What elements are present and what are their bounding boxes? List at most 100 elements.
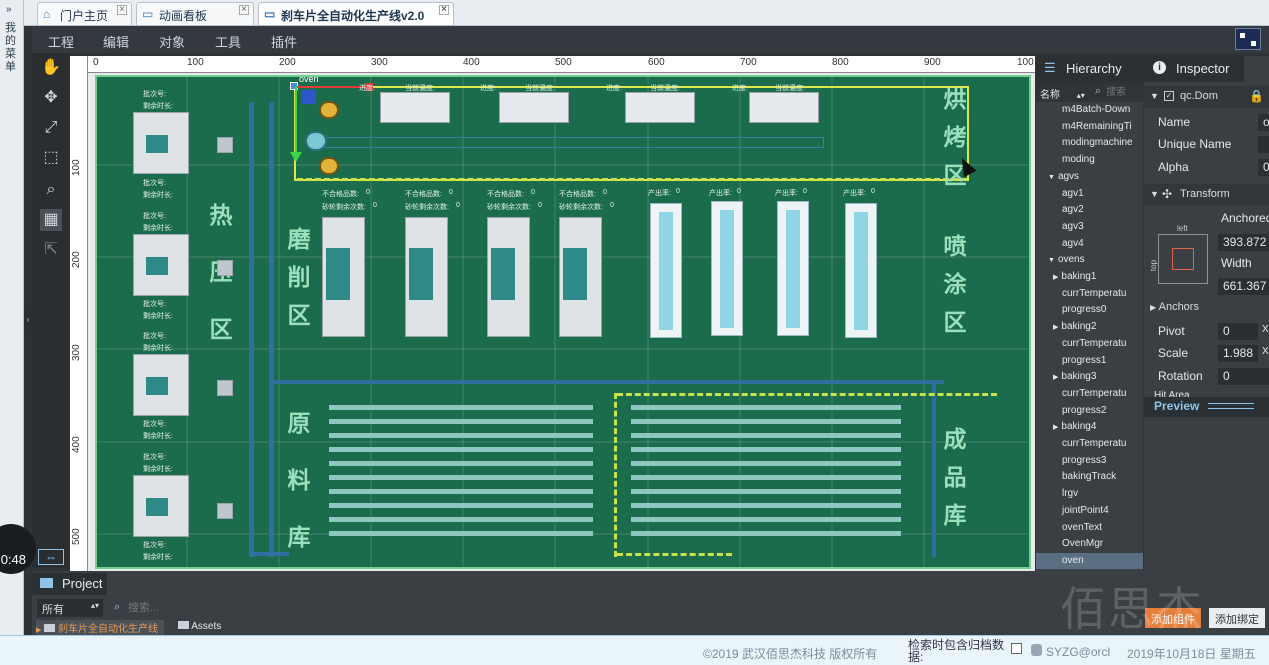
grinding-machine-2[interactable]: [405, 217, 448, 337]
hierarchy-item[interactable]: currTemperatu: [1036, 286, 1143, 302]
hierarchy-item[interactable]: agv1: [1036, 186, 1143, 202]
menu-plugins[interactable]: 插件: [271, 32, 297, 51]
rotation-input[interactable]: 0: [1218, 368, 1269, 385]
move-icon[interactable]: ✥: [40, 87, 62, 109]
hierarchy-item[interactable]: agv4: [1036, 236, 1143, 252]
project-filter-select[interactable]: 所有 ▴▾: [37, 599, 103, 617]
collapse-icon[interactable]: »: [6, 4, 12, 15]
hierarchy-item[interactable]: modingmachine: [1036, 135, 1143, 151]
hierarchy-item[interactable]: currTemperatu: [1036, 436, 1143, 452]
lock-icon[interactable]: 🔒: [1249, 89, 1264, 103]
my-menu-label[interactable]: 我的菜单: [5, 22, 19, 74]
spray-oven-4[interactable]: [845, 203, 877, 338]
press-buffer-1[interactable]: [217, 137, 233, 153]
scale-input[interactable]: 1.988: [1218, 345, 1258, 362]
menu-tools[interactable]: 工具: [215, 32, 241, 51]
spray-oven-2[interactable]: [711, 201, 743, 336]
heat-press-4[interactable]: [133, 475, 189, 537]
expand-handle-icon[interactable]: ›: [24, 305, 32, 335]
hierarchy-item[interactable]: progress0: [1036, 302, 1143, 318]
hierarchy-item[interactable]: agv2: [1036, 202, 1143, 218]
press-buffer-4[interactable]: [217, 503, 233, 519]
move-gizmo-y[interactable]: [295, 86, 297, 156]
hand-icon[interactable]: ✋: [40, 57, 62, 79]
tab-portal-home[interactable]: ⌂ 门户主页 ×: [37, 2, 132, 25]
anchors-toggle[interactable]: ▶ Anchors: [1150, 301, 1199, 313]
expand-arrow-icon[interactable]: ▶: [1053, 424, 1058, 431]
hierarchy-item[interactable]: ▶ baking1: [1036, 269, 1143, 285]
hierarchy-item[interactable]: OvenMgr: [1036, 536, 1143, 552]
agv-robot-2[interactable]: [305, 131, 327, 151]
select-icon[interactable]: ⇱: [40, 239, 62, 261]
hierarchy-item[interactable]: currTemperatu: [1036, 336, 1143, 352]
hierarchy-item[interactable]: ▼ ovens: [1036, 252, 1143, 268]
sort-select[interactable]: 名称 ▴▾: [1040, 86, 1085, 101]
bake-oven-4[interactable]: [749, 92, 819, 123]
hierarchy-item[interactable]: agv3: [1036, 219, 1143, 235]
grinding-machine-1[interactable]: [322, 217, 365, 337]
field-name-input[interactable]: ov: [1258, 114, 1269, 131]
field-alpha-input[interactable]: 0.: [1258, 159, 1269, 176]
hierarchy-item[interactable]: jointPoint4: [1036, 503, 1143, 519]
anchor-preset-widget[interactable]: [1158, 234, 1208, 284]
hierarchy-header[interactable]: ☰ Hierarchy: [1036, 56, 1143, 82]
production-stage[interactable]: oven 进度: 当前温度: 进度: 当前温度: 进度: 当前温度: 进度: 当…: [95, 74, 1031, 569]
expand-arrow-icon[interactable]: ▶: [1053, 274, 1058, 281]
hierarchy-item[interactable]: ovenText: [1036, 520, 1143, 536]
hierarchy-item[interactable]: bakingTrack: [1036, 469, 1143, 485]
bake-oven-1[interactable]: [380, 92, 450, 123]
window-mode-icon[interactable]: [1235, 28, 1261, 50]
move-gizmo-center[interactable]: [302, 90, 316, 104]
hierarchy-item[interactable]: ▼ agvs: [1036, 169, 1143, 185]
grinding-machine-3[interactable]: [487, 217, 530, 337]
menu-project[interactable]: 工程: [48, 32, 74, 51]
expand-arrow-icon[interactable]: ▶: [1053, 324, 1058, 331]
heat-press-2[interactable]: [133, 234, 189, 296]
width-input[interactable]: 661.367: [1218, 278, 1269, 295]
press-buffer-3[interactable]: [217, 380, 233, 396]
hierarchy-item[interactable]: progress3: [1036, 453, 1143, 469]
pivot-input[interactable]: 0: [1218, 323, 1258, 340]
close-icon[interactable]: ×: [439, 5, 449, 15]
agv-robot-3[interactable]: [319, 157, 339, 175]
folder-item-assets[interactable]: Assets: [178, 621, 221, 632]
field-unique-input[interactable]: [1258, 136, 1269, 153]
transform-header[interactable]: ▼ ✣ Transform: [1144, 184, 1269, 206]
tab-production-line[interactable]: ▭ 刹车片全自动化生产线v2.0 ×: [258, 2, 454, 25]
close-icon[interactable]: ×: [117, 5, 127, 15]
project-search-input[interactable]: [128, 600, 328, 616]
menu-object[interactable]: 对象: [159, 32, 185, 51]
bake-oven-2[interactable]: [499, 92, 569, 123]
scale-icon[interactable]: ⤢: [40, 117, 62, 139]
project-header[interactable]: Project: [32, 573, 107, 595]
expand-arrow-icon[interactable]: ▶: [1053, 374, 1058, 381]
spray-oven-3[interactable]: [777, 201, 809, 336]
inspector-header[interactable]: i Inspector: [1144, 56, 1244, 82]
fit-width-icon[interactable]: ⇔: [38, 549, 64, 565]
heat-press-3[interactable]: [133, 354, 189, 416]
hierarchy-item[interactable]: m4Batch-Down: [1036, 102, 1143, 118]
press-buffer-2[interactable]: [217, 260, 233, 276]
menu-edit[interactable]: 编辑: [103, 32, 129, 51]
hierarchy-item[interactable]: progress1: [1036, 353, 1143, 369]
preview-bar[interactable]: Preview: [1144, 397, 1269, 417]
hierarchy-item[interactable]: m4RemainingTi: [1036, 119, 1143, 135]
close-icon[interactable]: ×: [239, 5, 249, 15]
hierarchy-item[interactable]: ▶ baking3: [1036, 369, 1143, 385]
hierarchy-item[interactable]: ▶ baking4: [1036, 419, 1143, 435]
hierarchy-item[interactable]: oven: [1036, 552, 1143, 569]
grid-icon[interactable]: ▦: [40, 209, 62, 231]
component-header[interactable]: ▼ ✓ qc.Dom 🔒: [1144, 86, 1269, 108]
heat-press-1[interactable]: [133, 112, 189, 174]
bake-oven-3[interactable]: [625, 92, 695, 123]
add-binding-button[interactable]: 添加绑定: [1209, 608, 1265, 628]
archive-checkbox[interactable]: [1011, 643, 1022, 654]
x-input[interactable]: 393.872: [1218, 234, 1269, 251]
hierarchy-item[interactable]: currTemperatu: [1036, 386, 1143, 402]
hierarchy-item[interactable]: moding: [1036, 152, 1143, 168]
move-gizmo-y-head[interactable]: [290, 152, 302, 162]
expand-arrow-icon[interactable]: ▼: [1048, 174, 1055, 181]
rect-icon[interactable]: ⬚: [40, 147, 62, 169]
grinding-machine-4[interactable]: [559, 217, 602, 337]
hierarchy-item[interactable]: ▶ baking2: [1036, 319, 1143, 335]
